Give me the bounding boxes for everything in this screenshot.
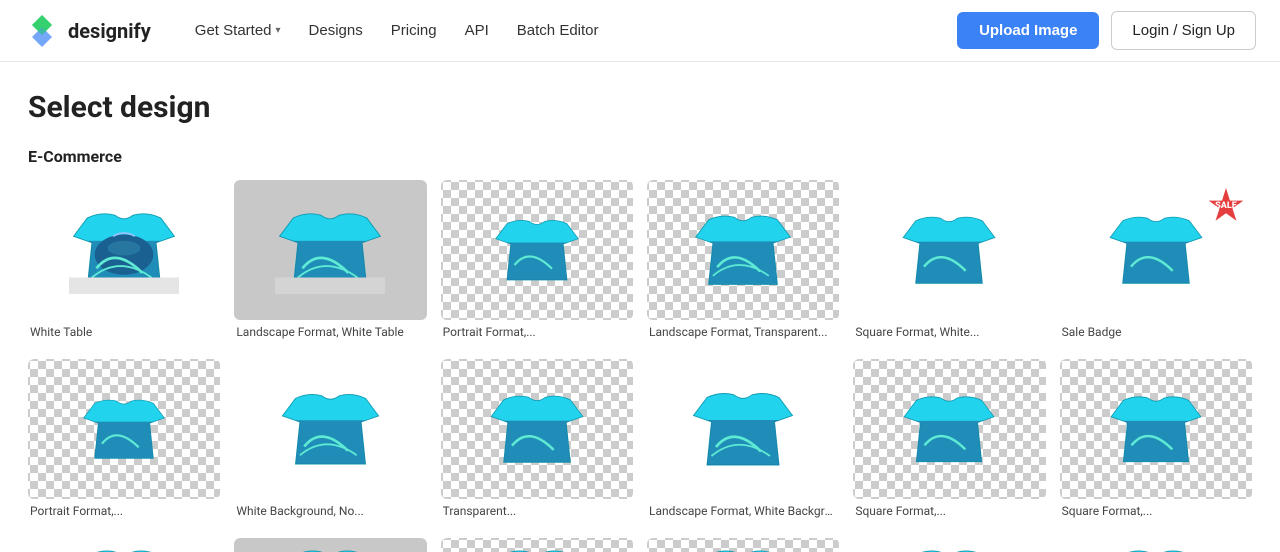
card-image-r3-4 — [853, 538, 1045, 552]
card-label-square-white: Square Format, White... — [853, 325, 1045, 339]
card-label-r2-1: White Background, No... — [234, 504, 426, 518]
header-actions: Upload Image Login / Sign Up — [957, 11, 1256, 50]
logo-text: designify — [68, 19, 151, 43]
card-image-r2-1 — [234, 359, 426, 499]
card-label-r2-0: Portrait Format,... — [28, 504, 220, 518]
upload-image-button[interactable]: Upload Image — [957, 12, 1099, 49]
nav-get-started[interactable]: Get Started ▾ — [183, 14, 293, 47]
card-image-landscape-white-table — [234, 180, 426, 320]
card-image-r2-2 — [441, 359, 633, 499]
card-image-r3-3 — [647, 538, 839, 552]
design-card-portrait-transparent[interactable]: Portrait Format,... — [441, 180, 633, 339]
card-image-r3-1 — [234, 538, 426, 552]
card-label-landscape-white-table: Landscape Format, White Table — [234, 325, 426, 339]
card-image-r2-4 — [853, 359, 1045, 499]
card-image-sale-badge: SALE — [1060, 180, 1252, 320]
card-image-r3-5 — [1060, 538, 1252, 552]
card-label-r2-4: Square Format,... — [853, 504, 1045, 518]
card-label-landscape-transparent: Landscape Format, Transparent... — [647, 325, 839, 339]
design-card-sale-badge[interactable]: SALE Sale Badge — [1060, 180, 1252, 339]
card-image-landscape-transparent — [647, 180, 839, 320]
card-image-r2-5 — [1060, 359, 1252, 499]
design-card-r3-5[interactable] — [1060, 538, 1252, 552]
design-card-r3-1[interactable] — [234, 538, 426, 552]
login-signup-button[interactable]: Login / Sign Up — [1111, 11, 1256, 50]
card-image-square-white — [853, 180, 1045, 320]
card-label-r2-5: Square Format,... — [1060, 504, 1252, 518]
logo-icon — [24, 13, 60, 49]
design-card-landscape-white-table[interactable]: Landscape Format, White Table — [234, 180, 426, 339]
design-card-square-white[interactable]: Square Format, White... — [853, 180, 1045, 339]
design-card-r3-2[interactable] — [441, 538, 633, 552]
design-card-landscape-transparent[interactable]: Landscape Format, Transparent... — [647, 180, 839, 339]
card-label-white-table: White Table — [28, 325, 220, 339]
card-label-r2-2: Transparent... — [441, 504, 633, 518]
card-image-r3-0 — [28, 538, 220, 552]
nav-designs[interactable]: Designs — [297, 14, 375, 47]
design-card-r2-0[interactable]: Portrait Format,... — [28, 359, 220, 518]
design-card-r2-4[interactable]: Square Format,... — [853, 359, 1045, 518]
design-grid-row1: White Table — [28, 180, 1252, 339]
nav: Get Started ▾ Designs Pricing API Batch … — [183, 14, 925, 47]
card-image-white-table — [28, 180, 220, 320]
chevron-down-icon: ▾ — [276, 25, 281, 36]
card-label-r2-3: Landscape Format, White Background, N... — [647, 504, 839, 518]
nav-api[interactable]: API — [453, 14, 501, 47]
card-label-portrait-transparent: Portrait Format,... — [441, 325, 633, 339]
main-content: Select design E-Commerce — [0, 62, 1280, 552]
nav-pricing[interactable]: Pricing — [379, 14, 449, 47]
design-card-r2-1[interactable]: White Background, No... — [234, 359, 426, 518]
logo[interactable]: designify — [24, 13, 151, 49]
card-image-r3-2 — [441, 538, 633, 552]
design-card-r2-2[interactable]: Transparent... — [441, 359, 633, 518]
design-card-r2-3[interactable]: Landscape Format, White Background, N... — [647, 359, 839, 518]
design-card-r3-3[interactable] — [647, 538, 839, 552]
design-card-r3-0[interactable] — [28, 538, 220, 552]
section-title-ecommerce: E-Commerce — [28, 147, 1252, 166]
design-grid-row3 — [28, 538, 1252, 552]
page-title: Select design — [28, 90, 1252, 125]
card-label-sale-badge: Sale Badge — [1060, 325, 1252, 339]
design-card-white-table[interactable]: White Table — [28, 180, 220, 339]
card-image-portrait-transparent — [441, 180, 633, 320]
design-card-r2-5[interactable]: Square Format,... — [1060, 359, 1252, 518]
card-image-r2-3 — [647, 359, 839, 499]
design-grid-row2: Portrait Format,... White Background — [28, 359, 1252, 518]
design-card-r3-4[interactable] — [853, 538, 1045, 552]
header: designify Get Started ▾ Designs Pricing … — [0, 0, 1280, 62]
nav-batch-editor[interactable]: Batch Editor — [505, 14, 611, 47]
card-image-r2-0 — [28, 359, 220, 499]
